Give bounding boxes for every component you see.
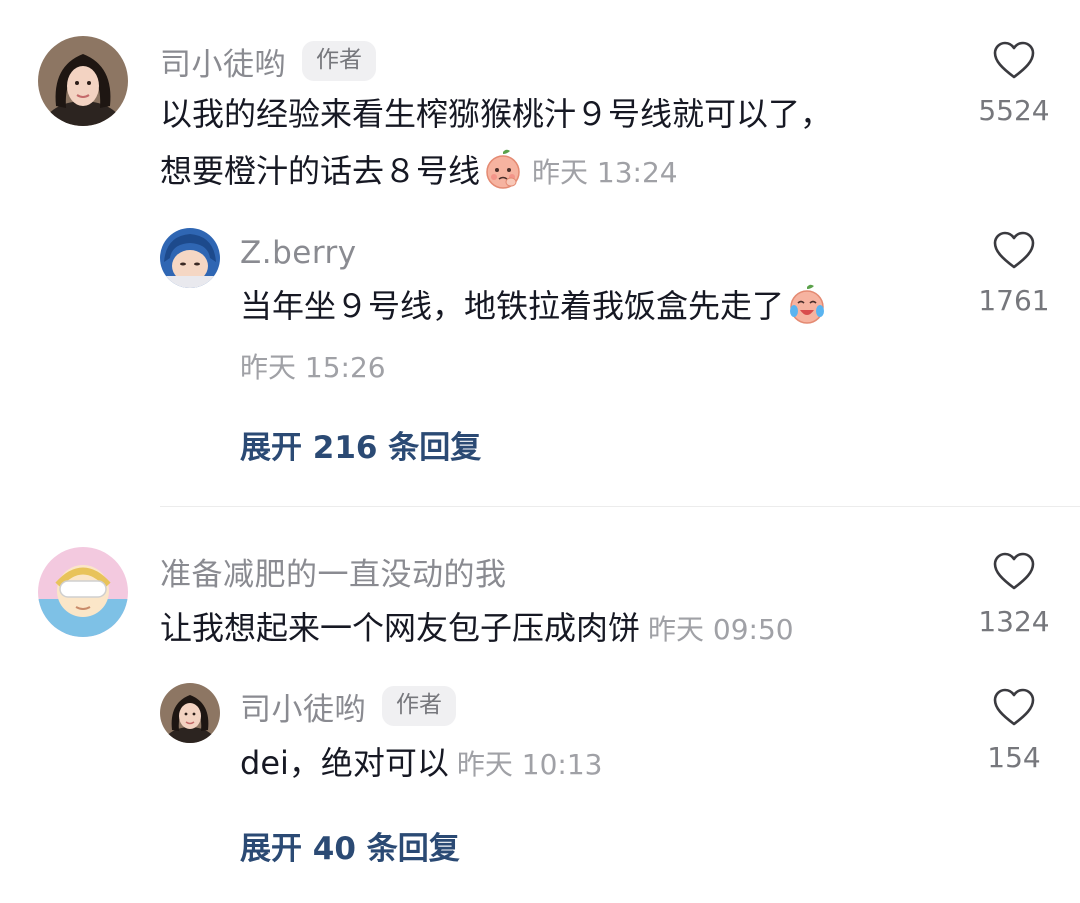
expand-replies-button[interactable]: 展开 40 条回复 (240, 823, 460, 868)
peach-thinking-emoji (486, 149, 520, 189)
like-count: 5524 (978, 94, 1050, 127)
reply-avatar[interactable] (160, 683, 220, 743)
heart-outline-icon (993, 688, 1035, 726)
comment-item: 准备减肥的一直没动的我 让我想起来一个网友包子压成肉饼 昨天 09:50 1324… (0, 507, 1080, 903)
reply-like-button[interactable]: 1761 (954, 230, 1074, 317)
comment-header: 司小徒哟 作者 (160, 39, 376, 84)
comment-text-line: 想要橙汁的话去８号线 昨天 13:24 (160, 143, 832, 201)
comment-text: 让我想起来一个网友包子压成肉饼 昨天 09:50 (160, 600, 794, 658)
reply-text-content: 当年坐９号线，地铁拉着我饭盒先走了 (240, 287, 785, 325)
username[interactable]: 司小徒哟 (160, 39, 286, 84)
reply-header: 司小徒哟 作者 (240, 684, 456, 729)
like-button[interactable]: 1324 (954, 551, 1074, 638)
comment-time: 昨天 13:24 (532, 156, 678, 189)
expand-replies-button[interactable]: 展开 216 条回复 (240, 422, 481, 467)
avatar[interactable] (38, 547, 128, 637)
heart-outline-icon (993, 41, 1035, 79)
heart-outline-icon (993, 552, 1035, 590)
comment-text: 以我的经验来看生榨猕猴桃汁９号线就可以了， 想要橙汁的话去８号线 昨天 13:2… (160, 86, 832, 201)
reply-text: dei，绝对可以 昨天 10:13 (240, 735, 603, 793)
reply-time: 昨天 15:26 (240, 351, 386, 384)
peach-crying-laughing-emoji (790, 284, 825, 324)
reply-time: 昨天 10:13 (456, 748, 603, 781)
username[interactable]: 准备减肥的一直没动的我 (160, 549, 507, 594)
reply-like-button[interactable]: 154 (954, 687, 1074, 774)
comment-text-line-content: 想要橙汁的话去８号线 (160, 152, 481, 190)
author-badge: 作者 (382, 686, 456, 726)
avatar[interactable] (38, 36, 128, 126)
comment-time: 昨天 09:50 (648, 613, 794, 646)
like-button[interactable]: 5524 (954, 40, 1074, 127)
reply-username[interactable]: 司小徒哟 (240, 684, 366, 729)
reply-avatar[interactable] (160, 228, 220, 288)
like-count: 154 (987, 741, 1041, 774)
comment-text-line: 以我的经验来看生榨猕猴桃汁９号线就可以了， (160, 95, 833, 133)
comment-header: 准备减肥的一直没动的我 (160, 549, 507, 594)
comment-item: 司小徒哟 作者 以我的经验来看生榨猕猴桃汁９号线就可以了， 想要橙汁的话去８号线… (0, 0, 1080, 500)
like-count: 1761 (978, 284, 1050, 317)
author-badge: 作者 (302, 41, 376, 81)
reply-text-content: dei，绝对可以 (240, 744, 449, 782)
reply-header: Z.berry (240, 232, 357, 274)
heart-outline-icon (993, 231, 1035, 269)
comment-text-content: 让我想起来一个网友包子压成肉饼 (160, 609, 641, 647)
like-count: 1324 (978, 605, 1050, 638)
reply-text: 当年坐９号线，地铁拉着我饭盒先走了 (240, 278, 828, 335)
reply-username[interactable]: Z.berry (240, 235, 357, 271)
